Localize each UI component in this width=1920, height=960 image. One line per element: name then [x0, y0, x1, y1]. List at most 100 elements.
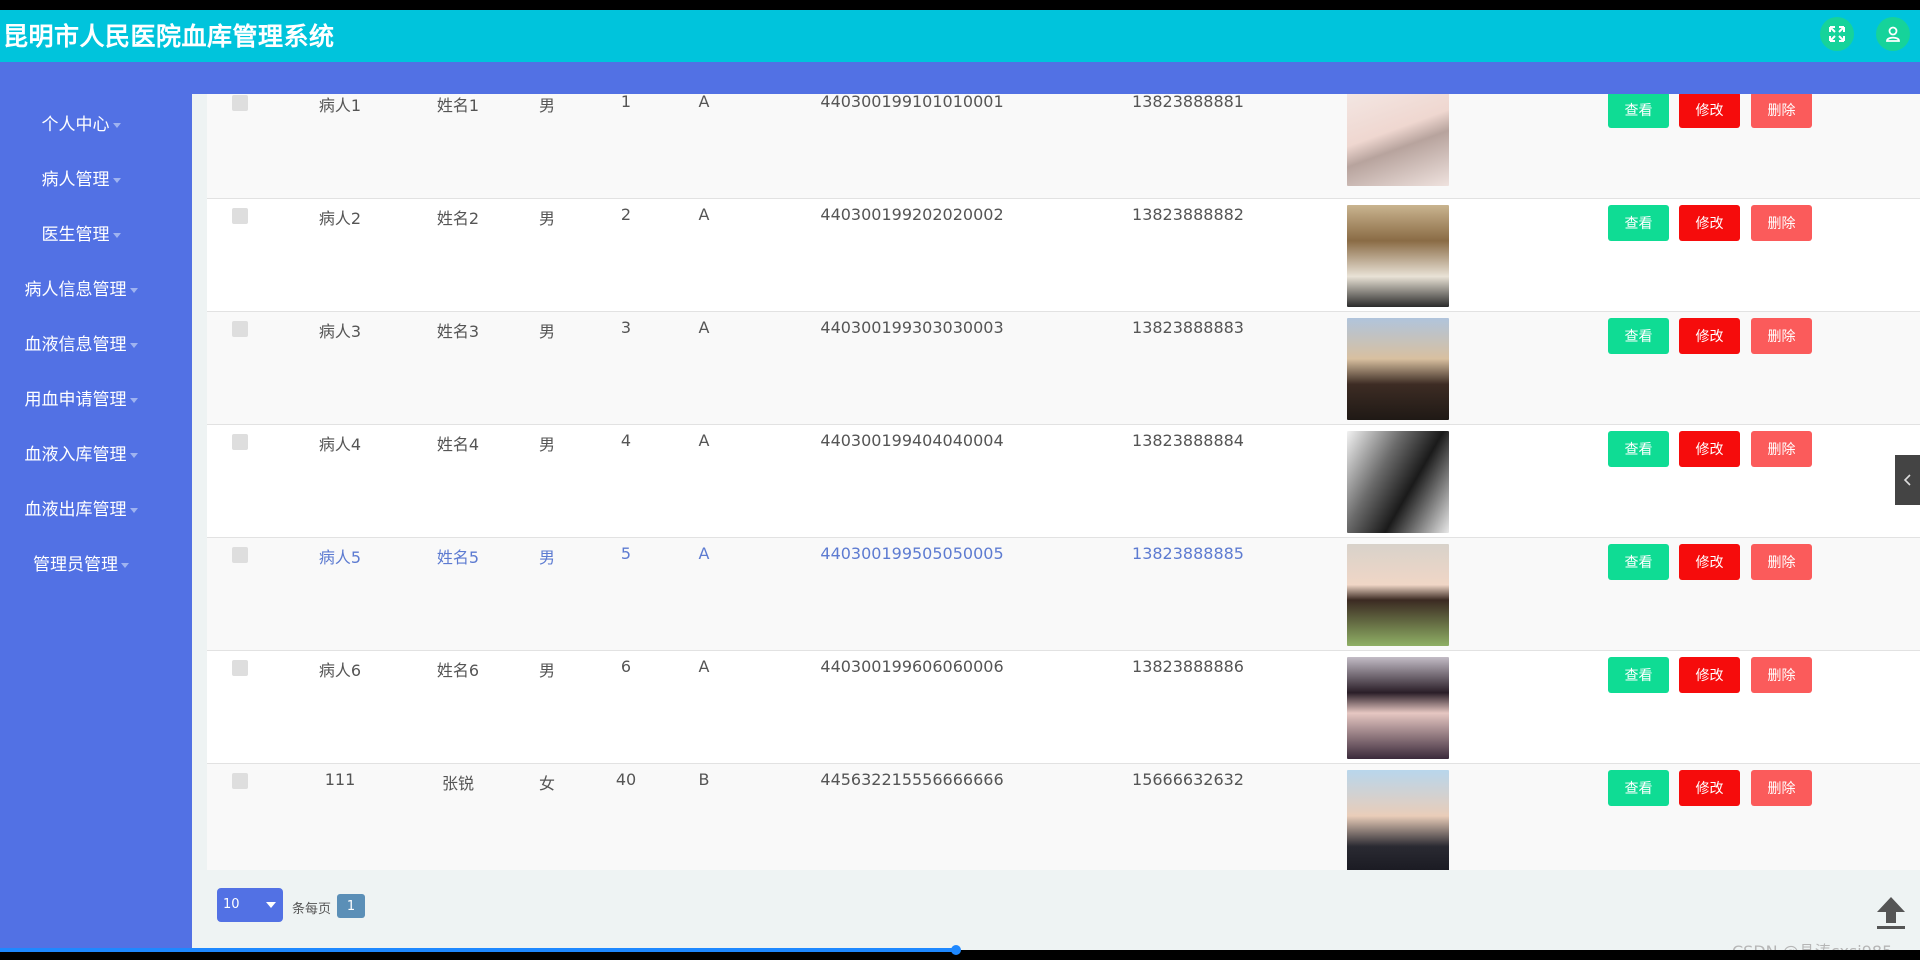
page-button-current[interactable]: 1 — [337, 894, 365, 918]
cell-id-card: 440300199404040004 — [820, 431, 1004, 450]
view-button[interactable]: 查看 — [1608, 770, 1669, 806]
row-checkbox[interactable] — [232, 547, 248, 563]
app-title: 昆明市人民医院血库管理系统 — [3, 22, 335, 51]
cell-blood-type: A — [698, 318, 710, 337]
nav-label: 血液出库管理 — [24, 500, 127, 520]
nav-admin-management[interactable]: 管理员管理 — [0, 550, 162, 575]
cell-id-card: 445632215556666666 — [820, 770, 1004, 789]
row-checkbox[interactable] — [232, 660, 248, 676]
caret-down-icon — [129, 507, 138, 513]
delete-button[interactable]: 删除 — [1751, 544, 1812, 580]
caret-down-icon — [112, 177, 121, 183]
nav-patient-info-management[interactable]: 病人信息管理 — [0, 275, 162, 300]
view-button[interactable]: 查看 — [1608, 205, 1669, 241]
edit-button[interactable]: 修改 — [1679, 544, 1740, 580]
nav-doctor-management[interactable]: 医生管理 — [0, 220, 162, 245]
fullscreen-icon — [1829, 26, 1845, 42]
per-page-label: 条每页 — [292, 902, 332, 917]
cell-blood-type: A — [698, 431, 710, 450]
cell-blood-type: B — [698, 770, 710, 789]
row-checkbox[interactable] — [232, 95, 248, 111]
page-size-value: 10 — [223, 897, 240, 912]
cell-age: 40 — [615, 770, 637, 789]
table-row[interactable]: 病人2 姓名2 男 2 A 440300199202020002 13823888882 查看… — [207, 199, 1920, 312]
delete-button[interactable]: 删除 — [1751, 205, 1812, 241]
nav-personal-center[interactable]: 个人中心 — [0, 110, 162, 135]
edit-button[interactable]: 修改 — [1679, 205, 1740, 241]
cell-gender: 男 — [538, 661, 556, 680]
video-progress[interactable] — [0, 948, 956, 952]
side-collapse-tab[interactable] — [1895, 455, 1920, 505]
table-row[interactable]: 病人1 姓名1 男 1 A 440300199101010001 13823888881 查看… — [207, 94, 1920, 199]
view-button[interactable]: 查看 — [1608, 544, 1669, 580]
delete-button[interactable]: 删除 — [1751, 431, 1812, 467]
cell-gender: 男 — [538, 322, 556, 341]
nav-label: 管理员管理 — [33, 555, 118, 575]
cell-name: 姓名6 — [436, 661, 480, 680]
patient-photo — [1347, 205, 1449, 307]
back-to-top-button[interactable] — [1874, 895, 1908, 931]
edit-button[interactable]: 修改 — [1679, 657, 1740, 693]
delete-button[interactable]: 删除 — [1751, 770, 1812, 806]
view-button[interactable]: 查看 — [1608, 318, 1669, 354]
cell-account: 病人3 — [318, 322, 362, 341]
cell-gender: 男 — [538, 435, 556, 454]
cell-blood-type: A — [698, 544, 710, 563]
nav-label: 用血申请管理 — [24, 390, 127, 410]
cell-phone: 13823888884 — [1132, 431, 1244, 450]
cell-phone: 13823888885 — [1132, 544, 1244, 563]
cell-age: 3 — [620, 318, 632, 337]
chevron-down-icon — [266, 902, 276, 908]
delete-button[interactable]: 删除 — [1751, 657, 1812, 693]
caret-down-icon — [121, 562, 129, 568]
row-checkbox[interactable] — [232, 321, 248, 337]
nav-blood-request-management[interactable]: 用血申请管理 — [0, 385, 162, 410]
caret-down-icon — [112, 232, 121, 238]
cell-name: 姓名5 — [436, 548, 480, 567]
page-size-select[interactable]: 10 — [217, 888, 283, 922]
fullscreen-button[interactable] — [1820, 17, 1854, 51]
patient-photo — [1347, 318, 1449, 420]
cell-gender: 男 — [538, 548, 556, 567]
row-checkbox[interactable] — [232, 773, 248, 789]
user-button[interactable] — [1876, 17, 1910, 51]
cell-age: 6 — [620, 657, 632, 676]
cell-gender: 女 — [538, 774, 556, 793]
nav-label: 病人管理 — [41, 170, 110, 190]
edit-button[interactable]: 修改 — [1679, 94, 1740, 128]
nav-label: 血液入库管理 — [24, 445, 127, 465]
cell-phone: 13823888883 — [1132, 318, 1244, 337]
view-button[interactable]: 查看 — [1608, 94, 1669, 128]
caret-down-icon — [129, 452, 138, 458]
edit-button[interactable]: 修改 — [1679, 318, 1740, 354]
cell-id-card: 440300199303030003 — [820, 318, 1004, 337]
cell-account: 病人2 — [318, 209, 362, 228]
cell-name: 张锐 — [441, 774, 475, 793]
cell-account: 111 — [324, 770, 356, 789]
cell-name: 姓名4 — [436, 435, 480, 454]
cell-id-card: 440300199505050005 — [820, 544, 1004, 563]
view-button[interactable]: 查看 — [1608, 431, 1669, 467]
row-checkbox[interactable] — [232, 208, 248, 224]
nav-label: 医生管理 — [41, 225, 110, 245]
view-button[interactable]: 查看 — [1608, 657, 1669, 693]
delete-button[interactable]: 删除 — [1751, 318, 1812, 354]
table-row[interactable]: 病人6 姓名6 男 6 A 440300199606060006 13823888886 查看… — [207, 651, 1920, 764]
table-row[interactable]: 病人4 姓名4 男 4 A 440300199404040004 13823888884 查看… — [207, 425, 1920, 538]
delete-button[interactable]: 删除 — [1751, 94, 1812, 128]
table-row[interactable]: 病人3 姓名3 男 3 A 440300199303030003 13823888883 查看… — [207, 312, 1920, 425]
cell-phone: 13823888881 — [1132, 94, 1244, 111]
table-row[interactable]: 111 张锐 女 40 B 445632215556666666 15666632632 查看… — [207, 764, 1920, 870]
cell-name: 姓名2 — [436, 209, 480, 228]
nav-blood-inbound-management[interactable]: 血液入库管理 — [0, 440, 162, 465]
nav-blood-info-management[interactable]: 血液信息管理 — [0, 330, 162, 355]
video-progress-handle[interactable] — [951, 945, 961, 955]
nav-blood-outbound-management[interactable]: 血液出库管理 — [0, 495, 162, 520]
patient-table: 病人1 姓名1 男 1 A 440300199101010001 13823888881 查看… — [207, 94, 1920, 870]
edit-button[interactable]: 修改 — [1679, 770, 1740, 806]
edit-button[interactable]: 修改 — [1679, 431, 1740, 467]
row-checkbox[interactable] — [232, 434, 248, 450]
nav-patient-management[interactable]: 病人管理 — [0, 165, 162, 190]
table-row[interactable]: 病人5 姓名5 男 5 A 440300199505050005 13823888885 查看… — [207, 538, 1920, 651]
caret-down-icon — [129, 397, 138, 403]
